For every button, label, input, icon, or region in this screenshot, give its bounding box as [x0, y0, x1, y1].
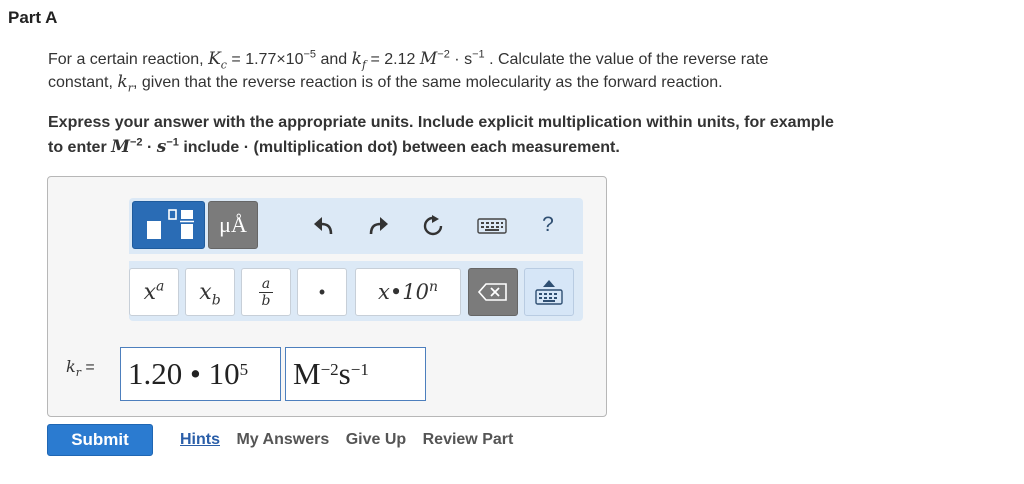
question-text: For a certain reaction, Kc = 1.77×10−5 a… — [48, 48, 769, 95]
subscript-button[interactable]: xb — [185, 268, 235, 316]
answer-instructions: Express your answer with the appropriate… — [48, 114, 834, 157]
units-button[interactable]: μÅ — [208, 201, 258, 249]
subscript-icon: xb — [199, 279, 221, 308]
undo-icon — [314, 217, 333, 235]
answer-label: kr = — [66, 357, 95, 380]
kc-symbol: Kc — [208, 49, 227, 72]
answer-links: Hints My Answers Give Up Review Part — [180, 431, 525, 449]
superscript-button[interactable]: xa — [129, 268, 179, 316]
undo-button[interactable] — [311, 212, 337, 240]
keyboard-toggle-icon — [535, 280, 563, 305]
kr-symbol: kr — [117, 72, 133, 95]
give-up-link[interactable]: Give Up — [346, 431, 406, 448]
fraction-icon: a b — [259, 277, 273, 308]
reset-icon — [423, 215, 443, 236]
superscript-icon: xa — [143, 278, 165, 305]
scientific-notation-button[interactable]: x•10n — [355, 268, 461, 316]
submit-button[interactable]: Submit — [47, 424, 153, 456]
keyboard-shortcuts-button[interactable] — [475, 214, 509, 238]
redo-button[interactable] — [365, 212, 391, 240]
dot-icon: • — [318, 281, 326, 302]
keyboard-icon — [477, 218, 507, 234]
templates-icon — [146, 209, 194, 239]
redo-icon — [369, 217, 388, 235]
hints-link[interactable]: Hints — [180, 431, 220, 448]
fraction-button[interactable]: a b — [241, 268, 291, 316]
units-input[interactable]: M −2 s −1 — [285, 347, 426, 401]
help-icon: ? — [542, 213, 554, 236]
part-title: Part A — [8, 8, 58, 27]
keyboard-toggle-button[interactable] — [524, 268, 574, 316]
toolbar-bottom: xa xb a b • x•10n — [129, 261, 583, 321]
toolbar-top: μÅ ? — [129, 198, 583, 254]
review-part-link[interactable]: Review Part — [423, 431, 514, 448]
scientific-notation-icon: x•10n — [378, 279, 438, 304]
value-input[interactable]: 1.20 • 10 5 — [120, 347, 281, 401]
delete-button[interactable] — [468, 268, 518, 316]
help-button[interactable]: ? — [535, 210, 561, 240]
templates-button[interactable] — [132, 201, 205, 249]
backspace-icon — [478, 283, 507, 301]
dot-button[interactable]: • — [297, 268, 347, 316]
my-answers-link[interactable]: My Answers — [236, 431, 329, 448]
reset-button[interactable] — [420, 212, 446, 240]
kf-symbol: kf — [351, 49, 367, 72]
